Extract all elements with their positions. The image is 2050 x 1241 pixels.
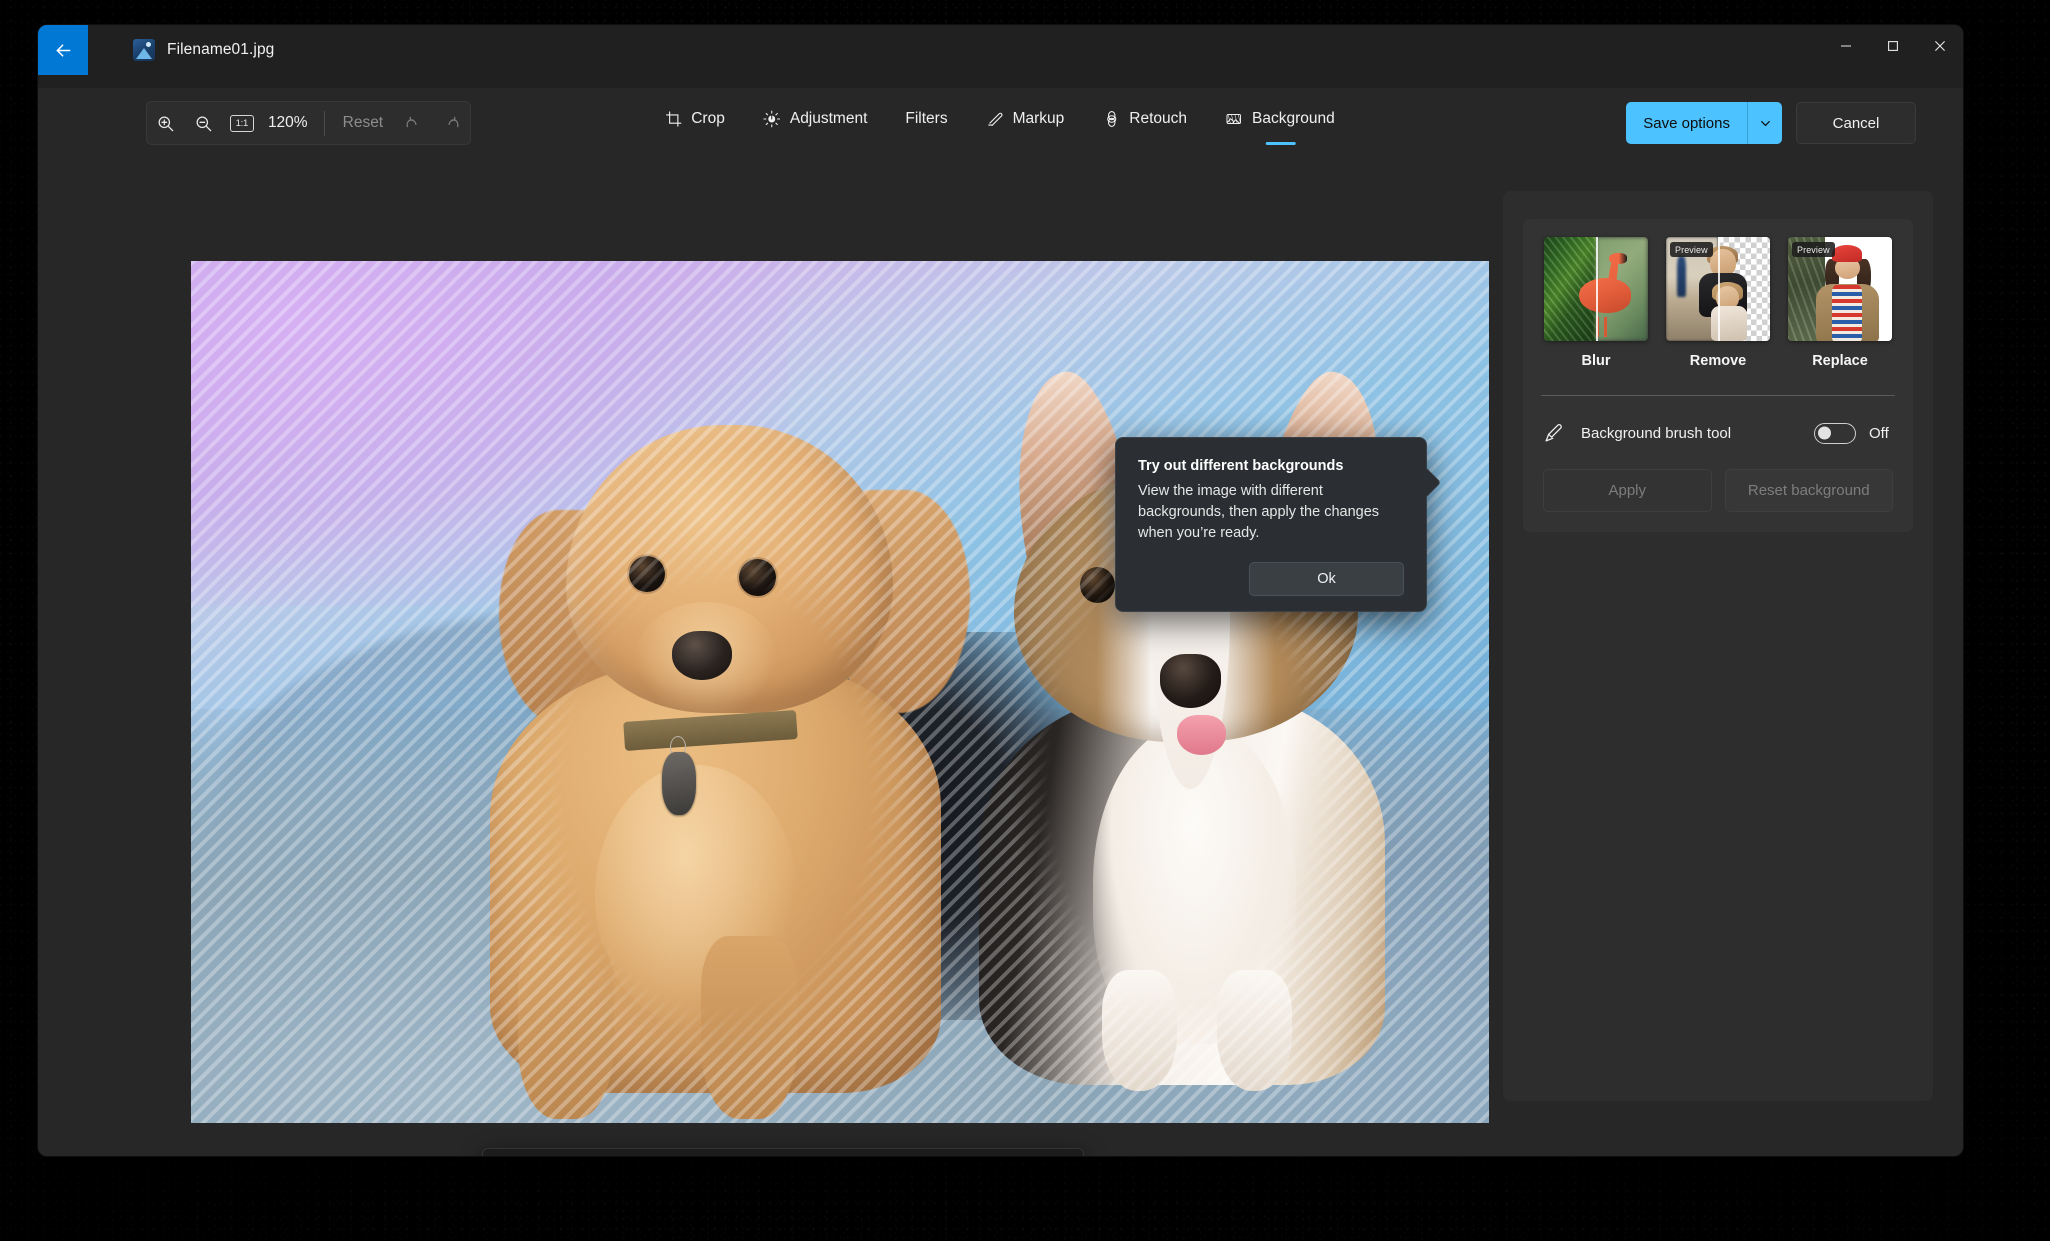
toggle-knob bbox=[1818, 426, 1831, 440]
background-option-remove[interactable]: Preview Remove bbox=[1659, 237, 1777, 369]
editor-tabs: Crop Adjustment Filters Markup Retouch B… bbox=[650, 100, 1351, 138]
reset-zoom-button[interactable]: Reset bbox=[332, 108, 395, 138]
zoom-in-icon bbox=[158, 116, 174, 131]
redo-icon bbox=[447, 116, 458, 127]
brightness-icon bbox=[763, 110, 781, 128]
photo-golden-doodle-puppy bbox=[489, 424, 970, 1120]
pen-icon bbox=[988, 112, 1003, 126]
background-options-card: Blur Preview Remove Preview Replace Back… bbox=[1523, 219, 1913, 532]
zoom-toolbar: 1:1 120% Reset bbox=[146, 101, 471, 145]
cancel-button[interactable]: Cancel bbox=[1796, 102, 1916, 144]
tab-label: Markup bbox=[1012, 110, 1065, 127]
teaching-tip-title: Try out different backgrounds bbox=[1138, 458, 1344, 474]
background-brush-row: Background brush tool Off bbox=[1535, 396, 1901, 444]
teaching-tip-popup: Try out different backgrounds View the i… bbox=[1115, 437, 1427, 613]
maximize-icon bbox=[1887, 41, 1898, 51]
title-bar: Filename01.jpg bbox=[38, 25, 1963, 88]
split-divider-line bbox=[1718, 237, 1720, 341]
redo-button[interactable] bbox=[432, 102, 470, 144]
retouch-icon bbox=[1106, 111, 1116, 127]
photos-app-window: Filename01.jpg 1:1 120% Reset Crop Adjus… bbox=[38, 25, 1963, 1156]
chevron-down-icon bbox=[1760, 120, 1770, 126]
teaching-tip-ok-button[interactable]: Ok bbox=[1249, 562, 1404, 597]
photo-file-icon bbox=[133, 39, 155, 61]
save-options-button[interactable]: Save options bbox=[1626, 102, 1782, 144]
editor-body: Try out different backgrounds View the i… bbox=[38, 165, 1963, 1156]
teaching-tip-body: View the image with different background… bbox=[1138, 483, 1380, 542]
photo-of-two-puppies bbox=[191, 261, 1489, 1123]
background-brush-label: Background brush tool bbox=[1581, 424, 1732, 442]
tab-retouch[interactable]: Retouch bbox=[1088, 100, 1203, 138]
tab-crop[interactable]: Crop bbox=[650, 100, 741, 138]
apply-button[interactable]: Apply bbox=[1543, 469, 1712, 512]
zoom-out-button[interactable] bbox=[185, 102, 223, 144]
file-title-group: Filename01.jpg bbox=[133, 25, 274, 75]
preview-badge: Preview bbox=[1792, 242, 1835, 257]
background-icon bbox=[1226, 114, 1242, 124]
close-icon bbox=[1934, 41, 1945, 51]
filename-label: Filename01.jpg bbox=[167, 41, 275, 58]
zoom-in-button[interactable] bbox=[147, 102, 185, 144]
background-brush-toggle[interactable] bbox=[1814, 422, 1856, 444]
minimize-button[interactable] bbox=[1822, 25, 1869, 67]
undo-icon bbox=[406, 116, 417, 127]
preview-badge: Preview bbox=[1670, 242, 1713, 257]
blur-thumbnail bbox=[1544, 237, 1648, 341]
crop-icon bbox=[665, 111, 681, 127]
tab-label: Retouch bbox=[1129, 110, 1188, 127]
success-toast: Success! We found the background of the … bbox=[482, 1148, 1084, 1156]
tab-background[interactable]: Background bbox=[1211, 100, 1351, 138]
toolbar-divider bbox=[323, 110, 325, 136]
back-button[interactable] bbox=[38, 25, 88, 75]
tab-label: Background bbox=[1252, 110, 1335, 127]
actual-size-label: 1:1 bbox=[229, 114, 254, 132]
split-divider-line bbox=[1596, 237, 1598, 341]
minimize-icon bbox=[1840, 45, 1851, 47]
tab-label: Adjustment bbox=[789, 110, 868, 127]
background-option-list: Blur Preview Remove Preview Replace bbox=[1535, 237, 1901, 369]
close-window-button[interactable] bbox=[1916, 25, 1963, 67]
image-canvas[interactable] bbox=[191, 261, 1489, 1123]
panel-action-buttons: Apply Reset background bbox=[1535, 444, 1901, 512]
background-option-blur[interactable]: Blur bbox=[1537, 237, 1655, 369]
paintbrush-icon bbox=[1545, 424, 1562, 442]
actual-size-button[interactable]: 1:1 bbox=[223, 102, 261, 144]
option-label: Replace bbox=[1812, 353, 1868, 369]
remove-thumbnail: Preview bbox=[1666, 237, 1770, 341]
replace-thumbnail: Preview bbox=[1788, 237, 1892, 341]
background-brush-state: Off bbox=[1869, 424, 1889, 442]
tab-filters[interactable]: Filters bbox=[891, 100, 963, 138]
arrow-left-icon bbox=[56, 43, 70, 57]
reset-background-button[interactable]: Reset background bbox=[1724, 469, 1893, 512]
background-options-panel: Blur Preview Remove Preview Replace Back… bbox=[1503, 191, 1933, 1101]
zoom-out-icon bbox=[196, 116, 212, 131]
zoom-level-label: 120% bbox=[267, 114, 308, 131]
tab-markup[interactable]: Markup bbox=[972, 100, 1081, 138]
maximize-button[interactable] bbox=[1869, 25, 1916, 67]
command-bar: 1:1 120% Reset Crop Adjustment Filters M… bbox=[38, 88, 1963, 165]
option-label: Blur bbox=[1581, 353, 1611, 369]
tab-label: Filters bbox=[905, 110, 948, 127]
tab-adjustment[interactable]: Adjustment bbox=[749, 100, 884, 138]
save-options-label: Save options bbox=[1643, 114, 1730, 132]
background-option-replace[interactable]: Preview Replace bbox=[1781, 237, 1899, 369]
action-buttons: Save options Cancel bbox=[1626, 102, 1916, 144]
save-options-dropdown-toggle[interactable] bbox=[1748, 102, 1782, 144]
undo-button[interactable] bbox=[394, 102, 432, 144]
window-controls bbox=[1822, 25, 1963, 67]
tab-label: Crop bbox=[691, 110, 725, 127]
option-label: Remove bbox=[1689, 353, 1747, 369]
